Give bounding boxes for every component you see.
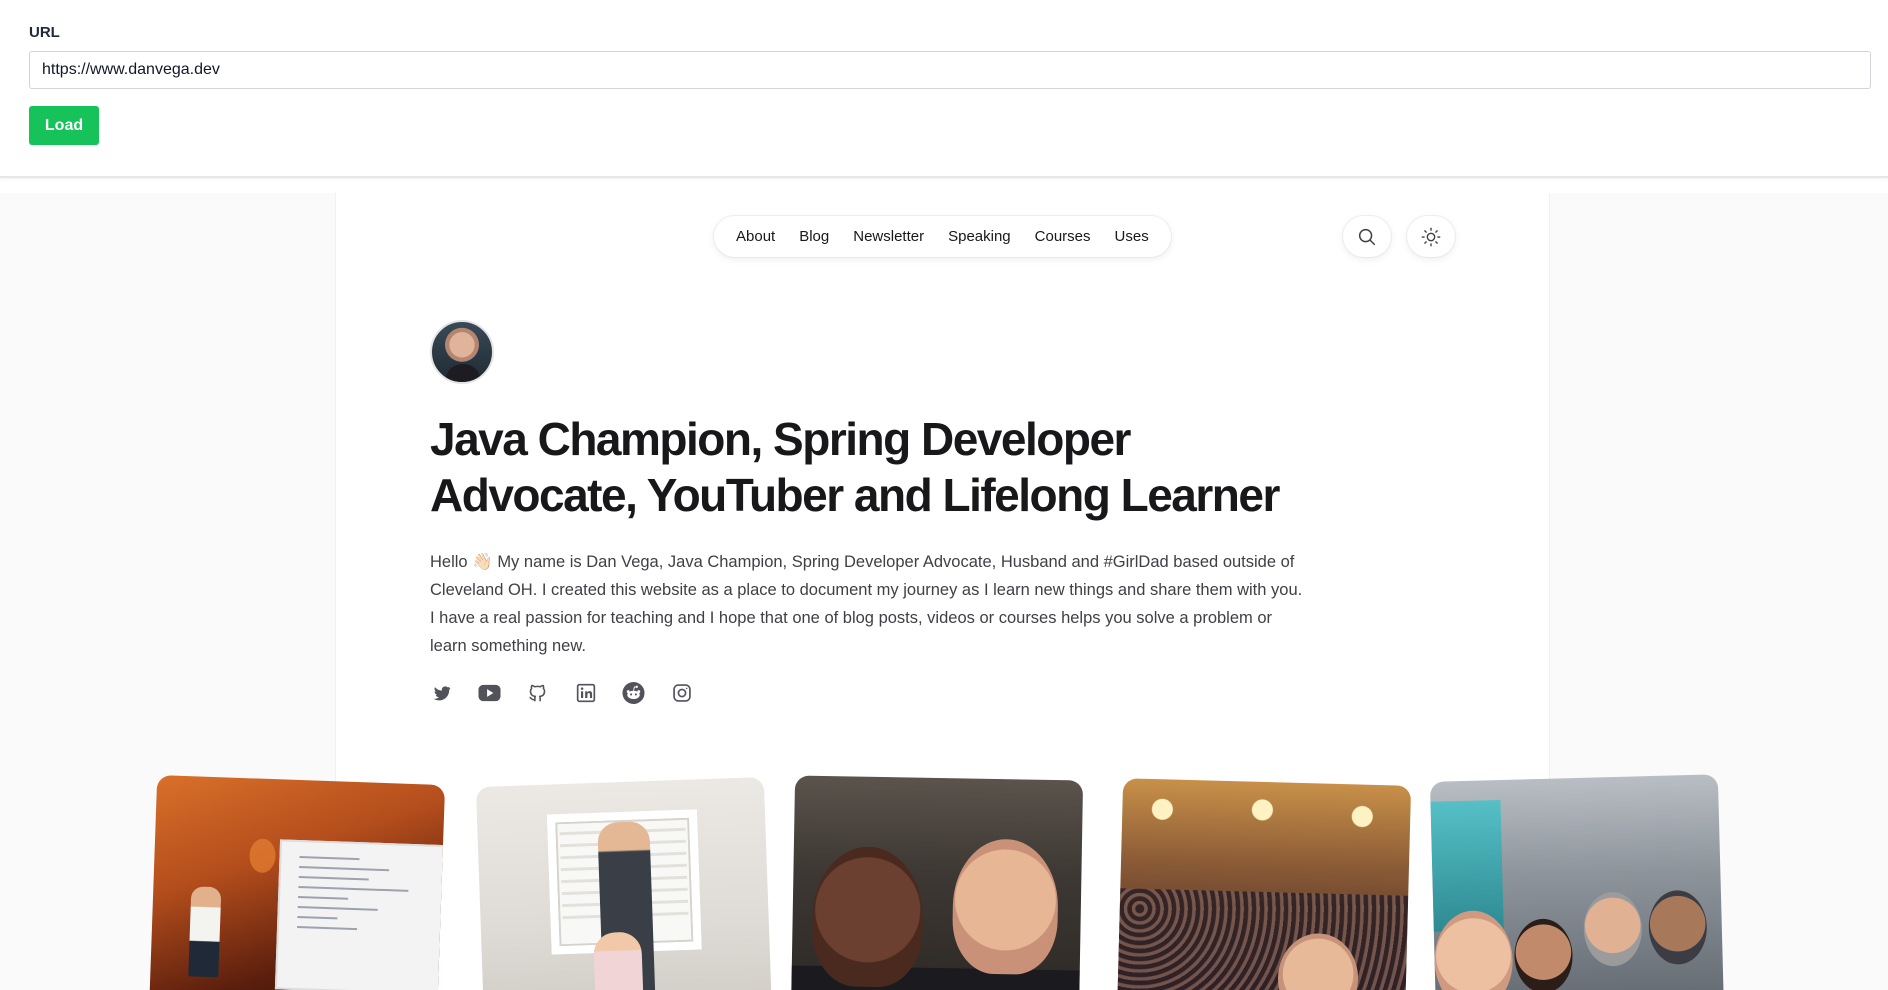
sun-icon (1421, 227, 1441, 246)
github-icon[interactable] (526, 681, 549, 704)
search-icon (1358, 228, 1376, 245)
url-toolbar: URL Load (0, 0, 1888, 178)
theme-toggle-button[interactable] (1407, 216, 1455, 257)
nav-item-uses[interactable]: Uses (1103, 216, 1161, 257)
father-daughter-photo (475, 777, 773, 990)
search-button[interactable] (1343, 216, 1391, 257)
nav-item-newsletter[interactable]: Newsletter (841, 216, 936, 257)
conference-talk-photo (148, 775, 446, 990)
nav-item-blog[interactable]: Blog (787, 216, 841, 257)
url-input[interactable] (29, 51, 1871, 89)
nav-item-speaking[interactable]: Speaking (936, 216, 1023, 257)
twitter-icon[interactable] (430, 681, 453, 704)
instagram-icon[interactable] (670, 681, 693, 704)
main-nav: About Blog Newsletter Speaking Courses U… (714, 216, 1171, 257)
ballroom-selfie-photo (1116, 778, 1412, 990)
reddit-icon[interactable] (622, 681, 645, 704)
website-preview: About Blog Newsletter Speaking Courses U… (0, 193, 1888, 990)
social-links (430, 681, 693, 704)
url-label: URL (29, 24, 60, 41)
linkedin-icon[interactable] (574, 681, 597, 704)
expo-group-photo (1429, 774, 1725, 990)
selfie-photo (790, 775, 1084, 990)
youtube-icon[interactable] (478, 681, 501, 704)
load-button[interactable]: Load (29, 106, 99, 145)
intro-text: Hello 👋🏻 My name is Dan Vega, Java Champ… (430, 553, 1303, 655)
nav-item-courses[interactable]: Courses (1023, 216, 1103, 257)
avatar[interactable] (430, 320, 494, 384)
page-title: Java Champion, Spring Developer Advocate… (430, 413, 1280, 521)
nav-item-about[interactable]: About (724, 216, 787, 257)
photo-strip (0, 774, 1888, 990)
